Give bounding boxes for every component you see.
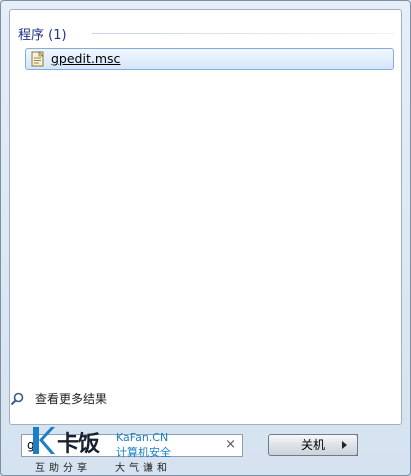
search-results-panel: 程序 (1) gpedit.msc xyxy=(9,9,402,425)
see-more-results-link[interactable]: 查看更多结果 xyxy=(35,390,107,407)
shutdown-options-button[interactable] xyxy=(335,434,358,456)
shutdown-label: 关机 xyxy=(300,438,325,452)
result-item-label: gpedit.msc xyxy=(51,51,121,66)
search-magnifier-icon xyxy=(10,392,24,406)
kafan-logo-icon xyxy=(33,427,55,454)
watermark-slogan-right: 大气谦和 xyxy=(115,463,171,474)
result-item-gpedit[interactable]: gpedit.msc xyxy=(25,48,394,70)
msc-file-icon xyxy=(31,51,44,67)
section-divider xyxy=(92,33,394,34)
watermark-slogan-left: 互助分享 xyxy=(35,463,91,474)
start-menu: 程序 (1) gpedit.msc 查看更多结果 g × 关机 卡饭 KaFan… xyxy=(0,0,411,476)
section-title-programs: 程序 (1) xyxy=(18,28,67,43)
watermark-category: 计算机安全 xyxy=(116,446,171,459)
watermark-logo-text: 卡饭 xyxy=(57,432,100,457)
chevron-right-icon xyxy=(342,441,347,449)
watermark-site: KaFan.CN xyxy=(116,431,169,444)
clear-search-icon[interactable]: × xyxy=(225,437,236,452)
